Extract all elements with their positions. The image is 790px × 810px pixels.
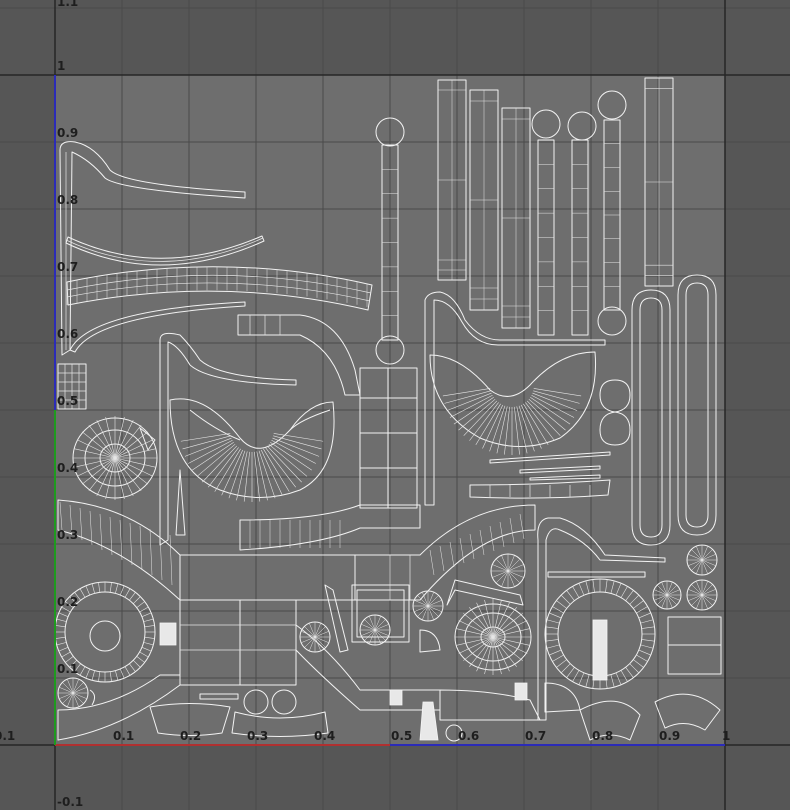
v-tick-1: 1 bbox=[57, 59, 65, 73]
u-tick-0.6: 0.6 bbox=[458, 729, 479, 743]
v-tick-0.8: 0.8 bbox=[57, 193, 78, 207]
u-tick-1: 1 bbox=[722, 729, 730, 743]
u-tick-0.3: 0.3 bbox=[247, 729, 268, 743]
v-tick-top: 1.1 bbox=[57, 0, 78, 9]
u-tick-0.2: 0.2 bbox=[180, 729, 201, 743]
u-tick-left: 0.1 bbox=[0, 729, 15, 743]
v-tick-0.1: 0.1 bbox=[57, 662, 78, 676]
v-tick-bottom: -0.1 bbox=[57, 795, 83, 809]
u-tick-0.5: 0.5 bbox=[391, 729, 412, 743]
uv-editor-viewport[interactable]: 1 0.9 0.8 0.7 0.6 0.5 0.4 0.3 0.2 0.1 1.… bbox=[0, 0, 790, 810]
v-tick-0.5: 0.5 bbox=[57, 394, 78, 408]
v-tick-0.4: 0.4 bbox=[57, 461, 78, 475]
u-tick-0.9: 0.9 bbox=[659, 729, 680, 743]
u-tick-0.1: 0.1 bbox=[113, 729, 134, 743]
u-tick-0.7: 0.7 bbox=[525, 729, 546, 743]
v-tick-0.6: 0.6 bbox=[57, 327, 78, 341]
u-tick-0.8: 0.8 bbox=[592, 729, 613, 743]
v-tick-0.7: 0.7 bbox=[57, 260, 78, 274]
v-tick-0.3: 0.3 bbox=[57, 528, 78, 542]
v-tick-0.9: 0.9 bbox=[57, 126, 78, 140]
u-tick-0.4: 0.4 bbox=[314, 729, 335, 743]
v-tick-0.2: 0.2 bbox=[57, 595, 78, 609]
